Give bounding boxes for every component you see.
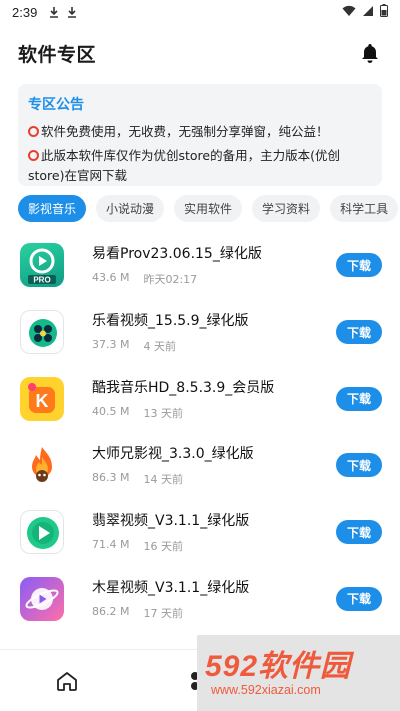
app-name: 大师兄影视_3.3.0_绿化版: [92, 446, 254, 463]
notice-text: 此版本软件库仅作为优创store的备用，主力版本(优创store)在官网下载: [28, 148, 340, 183]
category-tabs: 影视音乐 小说动漫 实用软件 学习资料 科学工具: [18, 195, 400, 223]
app-size: 37.3 M: [92, 338, 130, 352]
notice-line: 此版本软件库仅作为优创store的备用，主力版本(优创store)在官网下载: [28, 146, 372, 186]
tab-novel-anime[interactable]: 小说动漫: [96, 195, 165, 222]
app-size: 40.5 M: [92, 404, 130, 418]
app-name: 酷我音乐HD_8.5.3.9_会员版: [92, 379, 275, 396]
app-name: 翡翠视频_V3.1.1_绿化版: [92, 513, 250, 530]
battery-icon: [380, 4, 388, 20]
download-button[interactable]: 下载: [336, 386, 382, 411]
app-name: 木星视频_V3.1.1_绿化版: [92, 579, 250, 596]
app-time: 14 天前: [143, 473, 183, 487]
status-time: 2:39: [12, 4, 38, 20]
list-item[interactable]: 大师兄影视_3.3.0_绿化版 86.3 M 14 天前 下载: [0, 432, 400, 499]
yikan-icon: PRO: [20, 243, 64, 288]
muxing-icon: [20, 576, 64, 621]
download-button[interactable]: 下载: [336, 586, 382, 611]
app-time: 4 天前: [143, 340, 176, 354]
app-size: 43.6 M: [92, 271, 130, 285]
svg-text:PRO: PRO: [33, 276, 50, 285]
download-icon: [65, 5, 79, 19]
list-item[interactable]: 乐看视频_15.5.9_绿化版 37.3 M 4 天前 下载: [0, 299, 400, 366]
svg-text:K: K: [36, 391, 49, 411]
feicui-icon: [20, 510, 64, 555]
signal-icon: [362, 5, 374, 20]
app-size: 71.4 M: [92, 538, 130, 552]
download-button[interactable]: 下载: [336, 453, 382, 478]
notice-title: 专区公告: [28, 97, 84, 113]
notice-text: 软件免费使用，无收费，无强制分享弹窗，纯公益！: [41, 124, 329, 139]
notice-card: 专区公告 软件免费使用，无收费，无强制分享弹窗，纯公益！ 此版本软件库仅作为优创…: [18, 84, 382, 186]
kuwo-icon: K: [20, 376, 64, 421]
tab-science-tools[interactable]: 科学工具: [330, 195, 399, 222]
dashixiong-icon: [20, 443, 64, 488]
list-item[interactable]: PRO 易看Prov23.06.15_绿化版 43.6 M 昨天02:17 下载: [0, 232, 400, 299]
app-name: 乐看视频_15.5.9_绿化版: [92, 313, 249, 330]
download-button[interactable]: 下载: [336, 253, 382, 278]
app-size: 86.3 M: [92, 471, 130, 485]
watermark-logo: 592软件园: [205, 650, 352, 683]
watermark-url: www.592xiazai.com: [211, 683, 321, 697]
circle-icon: [28, 126, 39, 137]
app-time: 16 天前: [143, 540, 183, 554]
app-size: 86.2 M: [92, 604, 130, 618]
circle-icon: [28, 150, 39, 161]
list-item[interactable]: K 酷我音乐HD_8.5.3.9_会员版 40.5 M 13 天前 下载: [0, 365, 400, 432]
app-time: 13 天前: [143, 406, 183, 420]
tab-utility[interactable]: 实用软件: [174, 195, 243, 222]
header: 软件专区: [18, 36, 382, 70]
app-time: 17 天前: [143, 606, 183, 620]
app-list: PRO 易看Prov23.06.15_绿化版 43.6 M 昨天02:17 下载 …: [0, 232, 400, 632]
notice-line: 软件免费使用，无收费，无强制分享弹窗，纯公益！: [28, 122, 372, 142]
tab-study[interactable]: 学习资料: [252, 195, 321, 222]
status-bar: 2:39: [0, 0, 400, 24]
download-icon: [47, 5, 61, 19]
lekan-icon: [20, 310, 64, 355]
page-title: 软件专区: [18, 43, 97, 66]
bell-icon[interactable]: [358, 41, 382, 65]
tab-film-music[interactable]: 影视音乐: [18, 195, 87, 222]
home-icon[interactable]: [47, 661, 87, 701]
download-button[interactable]: 下载: [336, 320, 382, 345]
watermark: 592软件园 www.592xiazai.com: [197, 635, 400, 711]
wifi-icon: [342, 5, 356, 20]
app-name: 易看Prov23.06.15_绿化版: [92, 246, 262, 263]
app-time: 昨天02:17: [143, 273, 198, 287]
list-item[interactable]: 木星视频_V3.1.1_绿化版 86.2 M 17 天前 下载: [0, 565, 400, 632]
download-button[interactable]: 下载: [336, 520, 382, 545]
list-item[interactable]: 翡翠视频_V3.1.1_绿化版 71.4 M 16 天前 下载: [0, 499, 400, 566]
